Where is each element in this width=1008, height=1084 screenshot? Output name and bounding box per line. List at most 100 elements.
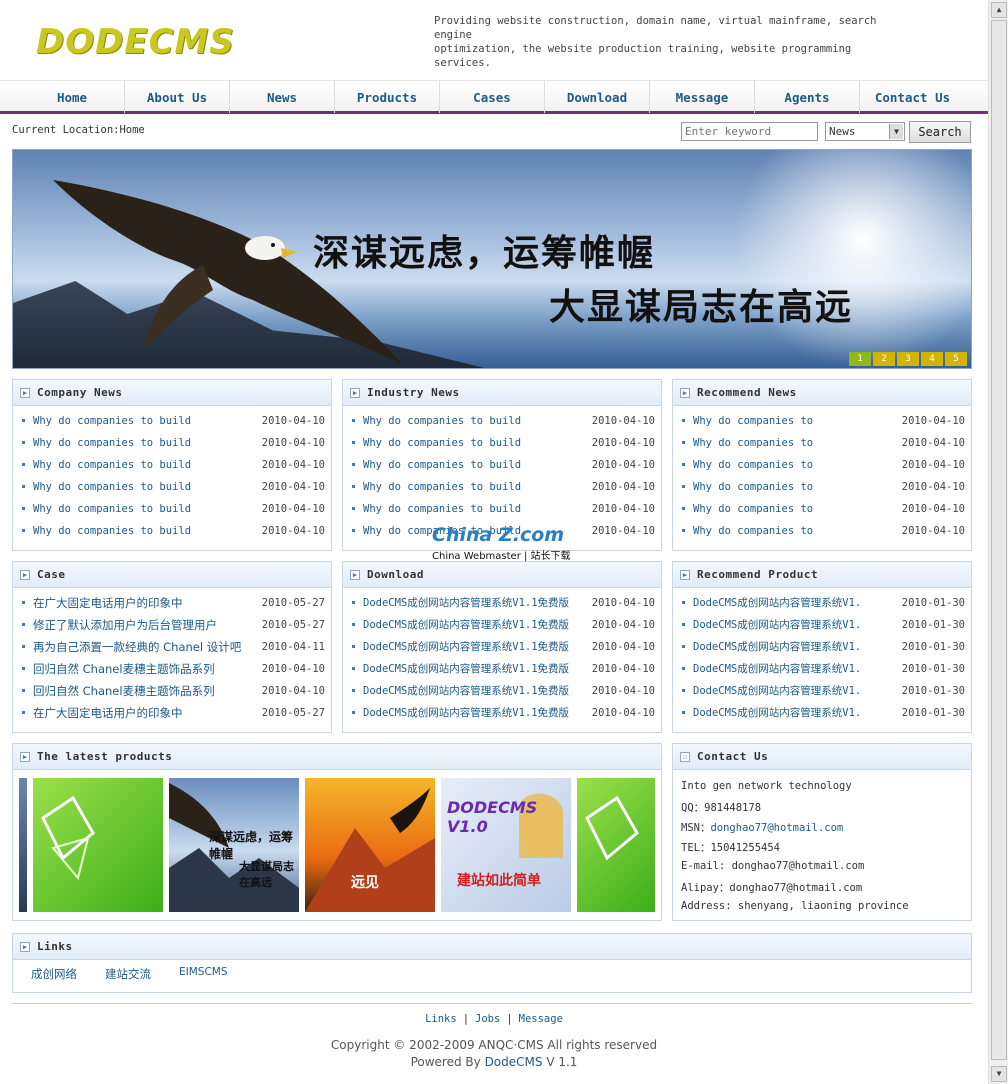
nav-agents[interactable]: Agents: [755, 81, 860, 113]
nav-news[interactable]: News: [230, 81, 335, 113]
list-item[interactable]: 在广大固定电话用户的印象中 2010-05-27: [13, 702, 331, 724]
news-link[interactable]: Why do companies to: [693, 520, 813, 542]
list-item[interactable]: DodeCMS成创网站内容管理系统V1.1免费版 2010-04-10: [343, 658, 661, 680]
news-link[interactable]: Why do companies to: [693, 454, 813, 476]
product-link[interactable]: DodeCMS成创网站内容管理系统V1.: [693, 702, 861, 724]
footer-link-jobs[interactable]: Jobs: [475, 1013, 500, 1025]
chevron-down-icon[interactable]: ▼: [889, 124, 903, 139]
list-item[interactable]: 回归自然 Chanel麦穗主题饰品系列 2010-04-10: [13, 658, 331, 680]
breadcrumb-home[interactable]: Home: [119, 124, 144, 136]
banner-page-3[interactable]: 3: [897, 352, 919, 366]
case-link[interactable]: 在广大固定电话用户的印象中: [33, 592, 183, 614]
footer-link-message[interactable]: Message: [519, 1013, 563, 1025]
news-link[interactable]: Why do companies to build: [33, 498, 191, 520]
product-thumb-partial[interactable]: [19, 778, 27, 912]
list-item[interactable]: 再为自己添置一款经典的 Chanel 设计吧 2010-04-11: [13, 636, 331, 658]
case-link[interactable]: 回归自然 Chanel麦穗主题饰品系列: [33, 658, 215, 680]
news-link[interactable]: Why do companies to: [693, 432, 813, 454]
banner-page-5[interactable]: 5: [945, 352, 967, 366]
list-item[interactable]: Why do companies to build 2010-04-10: [13, 476, 331, 498]
list-item[interactable]: DodeCMS成创网站内容管理系统V1. 2010-01-30: [673, 592, 971, 614]
list-item[interactable]: DodeCMS成创网站内容管理系统V1. 2010-01-30: [673, 614, 971, 636]
banner-slideshow[interactable]: 深谋远虑，运筹帷幄 大显谋局志在高远 1 2 3 4 5: [12, 149, 972, 369]
list-item[interactable]: DodeCMS成创网站内容管理系统V1. 2010-01-30: [673, 680, 971, 702]
case-link[interactable]: 在广大固定电话用户的印象中: [33, 702, 183, 724]
product-link[interactable]: DodeCMS成创网站内容管理系统V1.: [693, 636, 861, 658]
list-item[interactable]: Why do companies to 2010-04-10: [673, 410, 971, 432]
download-link[interactable]: DodeCMS成创网站内容管理系统V1.1免费版: [363, 592, 569, 614]
list-item[interactable]: Why do companies to build 2010-04-10: [13, 520, 331, 542]
case-link[interactable]: 修正了默认添加用户为后台管理用户: [33, 614, 217, 636]
download-link[interactable]: DodeCMS成创网站内容管理系统V1.1免费版: [363, 636, 569, 658]
news-link[interactable]: Why do companies to build: [363, 410, 521, 432]
list-item[interactable]: Why do companies to 2010-04-10: [673, 476, 971, 498]
news-link[interactable]: Why do companies to build: [33, 432, 191, 454]
product-link[interactable]: DodeCMS成创网站内容管理系统V1.: [693, 614, 861, 636]
download-link[interactable]: DodeCMS成创网站内容管理系统V1.1免费版: [363, 702, 569, 724]
product-thumb-4[interactable]: DODECMS V1.0 建站如此简单: [441, 778, 571, 912]
download-link[interactable]: DodeCMS成创网站内容管理系统V1.1免费版: [363, 614, 569, 636]
list-item[interactable]: Why do companies to build 2010-04-10: [343, 410, 661, 432]
news-link[interactable]: Why do companies to build: [363, 498, 521, 520]
powered-brand-link[interactable]: DodeCMS: [485, 1055, 543, 1069]
banner-page-1[interactable]: 1: [849, 352, 871, 366]
friend-link-1[interactable]: 成创网络: [31, 966, 77, 982]
list-item[interactable]: Why do companies to 2010-04-10: [673, 454, 971, 476]
list-item[interactable]: Why do companies to build 2010-04-10: [13, 432, 331, 454]
list-item[interactable]: DodeCMS成创网站内容管理系统V1.1免费版 2010-04-10: [343, 614, 661, 636]
search-button[interactable]: Search: [909, 121, 971, 143]
case-link[interactable]: 再为自己添置一款经典的 Chanel 设计吧: [33, 636, 241, 658]
news-link[interactable]: Why do companies to: [693, 410, 813, 432]
friend-link-2[interactable]: 建站交流: [105, 966, 151, 982]
banner-page-2[interactable]: 2: [873, 352, 895, 366]
news-link[interactable]: Why do companies to: [693, 476, 813, 498]
site-logo[interactable]: DODECMS: [36, 22, 236, 62]
product-link[interactable]: DodeCMS成创网站内容管理系统V1.: [693, 680, 861, 702]
contact-msn-link[interactable]: donghao77@hotmail.com: [710, 822, 843, 834]
list-item[interactable]: 修正了默认添加用户为后台管理用户 2010-05-27: [13, 614, 331, 636]
list-item[interactable]: DodeCMS成创网站内容管理系统V1. 2010-01-30: [673, 636, 971, 658]
news-link[interactable]: Why do companies to build: [33, 454, 191, 476]
footer-link-links[interactable]: Links: [425, 1013, 457, 1025]
list-item[interactable]: Why do companies to 2010-04-10: [673, 520, 971, 542]
nav-products[interactable]: Products: [335, 81, 440, 113]
list-item[interactable]: Why do companies to build 2010-04-10: [13, 498, 331, 520]
list-item[interactable]: 在广大固定电话用户的印象中 2010-05-27: [13, 592, 331, 614]
search-category-select[interactable]: News ▼: [825, 122, 905, 141]
list-item[interactable]: DodeCMS成创网站内容管理系统V1. 2010-01-30: [673, 658, 971, 680]
news-link[interactable]: Why do companies to build: [363, 476, 521, 498]
scroll-up-icon[interactable]: ▲: [991, 2, 1007, 18]
list-item[interactable]: Why do companies to build 2010-04-10: [343, 432, 661, 454]
scrollbar-thumb[interactable]: [991, 20, 1007, 1060]
list-item[interactable]: DodeCMS成创网站内容管理系统V1.1免费版 2010-04-10: [343, 702, 661, 724]
download-link[interactable]: DodeCMS成创网站内容管理系统V1.1免费版: [363, 680, 569, 702]
friend-link-3[interactable]: EIMSCMS: [179, 966, 228, 978]
nav-message[interactable]: Message: [650, 81, 755, 113]
product-thumb-2[interactable]: 深谋远虑，运筹帷幄 大显谋局志在高远: [169, 778, 299, 912]
nav-cases[interactable]: Cases: [440, 81, 545, 113]
news-link[interactable]: Why do companies to build: [363, 454, 521, 476]
nav-contact-us[interactable]: Contact Us: [860, 81, 965, 113]
news-link[interactable]: Why do companies to build: [33, 476, 191, 498]
list-item[interactable]: DodeCMS成创网站内容管理系统V1.1免费版 2010-04-10: [343, 636, 661, 658]
download-link[interactable]: DodeCMS成创网站内容管理系统V1.1免费版: [363, 658, 569, 680]
product-thumb-5[interactable]: [577, 778, 655, 912]
list-item[interactable]: DodeCMS成创网站内容管理系统V1.1免费版 2010-04-10: [343, 680, 661, 702]
news-link[interactable]: Why do companies to build: [33, 520, 191, 542]
nav-download[interactable]: Download: [545, 81, 650, 113]
list-item[interactable]: Why do companies to build 2010-04-10: [343, 454, 661, 476]
vertical-scrollbar[interactable]: ▲ ▼: [988, 0, 1008, 1084]
product-thumb-1[interactable]: [33, 778, 163, 912]
list-item[interactable]: Why do companies to 2010-04-10: [673, 432, 971, 454]
news-link[interactable]: Why do companies to build: [363, 432, 521, 454]
list-item[interactable]: DodeCMS成创网站内容管理系统V1. 2010-01-30: [673, 702, 971, 724]
scroll-down-icon[interactable]: ▼: [991, 1066, 1007, 1082]
list-item[interactable]: 回归自然 Chanel麦穗主题饰品系列 2010-04-10: [13, 680, 331, 702]
list-item[interactable]: Why do companies to 2010-04-10: [673, 498, 971, 520]
product-link[interactable]: DodeCMS成创网站内容管理系统V1.: [693, 592, 861, 614]
list-item[interactable]: Why do companies to build 2010-04-10: [13, 454, 331, 476]
banner-page-4[interactable]: 4: [921, 352, 943, 366]
list-item[interactable]: Why do companies to build 2010-04-10: [343, 476, 661, 498]
news-link[interactable]: Why do companies to build: [33, 410, 191, 432]
product-thumb-3[interactable]: 远见: [305, 778, 435, 912]
